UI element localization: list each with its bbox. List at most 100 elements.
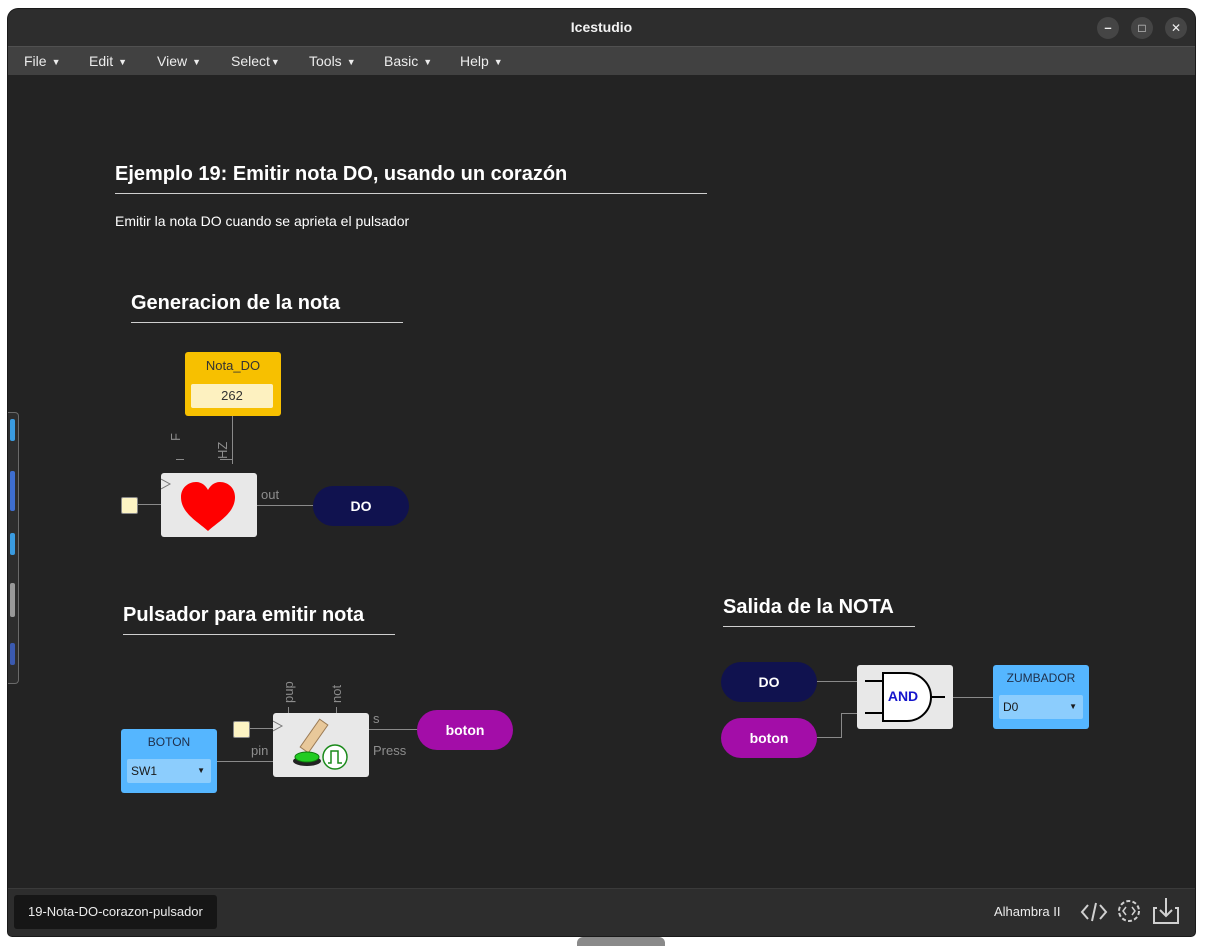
download-icon[interactable] (1152, 896, 1180, 931)
output-pin-value: D0 (1003, 700, 1019, 714)
maximize-button[interactable]: □ (1131, 17, 1153, 39)
menu-view-label: View (157, 53, 188, 69)
label-boton[interactable]: boton (417, 710, 513, 750)
port-label-pup: pup (281, 681, 296, 703)
port-label-s: s (373, 711, 380, 726)
menu-select[interactable]: Select▼ (231, 47, 280, 75)
page-title: Ejemplo 19: Emitir nota DO, usando un co… (115, 163, 568, 185)
wire (817, 681, 857, 682)
code-icon[interactable] (1080, 899, 1108, 930)
wire (817, 737, 841, 738)
menu-basic-label: Basic (384, 53, 419, 69)
output-label-do[interactable]: DO (721, 662, 817, 702)
minimize-button[interactable]: – (1097, 17, 1119, 39)
chevron-down-icon: ▼ (118, 57, 128, 67)
close-icon: ✕ (1170, 21, 1182, 35)
wire (257, 505, 314, 506)
menu-file-label: File (24, 53, 47, 69)
dock-item[interactable] (10, 583, 15, 617)
section-underline (131, 322, 403, 323)
button-input-square[interactable] (233, 721, 250, 738)
minimize-icon: – (1104, 20, 1112, 35)
pushbutton-icon (272, 718, 348, 770)
menu-bar: File ▼ Edit ▼ View ▼ Select▼ Tools ▼ Basic ▼ … (8, 46, 1195, 76)
menu-tools[interactable]: Tools ▼ (309, 47, 356, 75)
dropdown-arrow-icon: ▼ (197, 766, 205, 775)
port-label-pin: pin (251, 743, 269, 758)
input-pin-value: SW1 (131, 764, 158, 778)
menu-basic[interactable]: Basic ▼ (384, 47, 432, 75)
port-label-f: F (168, 433, 183, 441)
bottom-handle[interactable] (577, 937, 665, 946)
wire (369, 729, 418, 730)
output-label-boton[interactable]: boton (721, 718, 817, 758)
dock-item[interactable] (10, 533, 15, 555)
title-bar: Icestudio – □ ✕ (8, 9, 1195, 46)
menu-select-label: Select (231, 53, 270, 69)
menu-view[interactable]: View ▼ (157, 47, 201, 75)
window-title: Icestudio (570, 19, 633, 35)
wire (953, 697, 993, 698)
title-underline (115, 193, 707, 194)
port-label-hz: HZ (215, 441, 230, 459)
side-dock[interactable] (8, 412, 19, 684)
wire (137, 504, 161, 505)
file-tab[interactable]: 19-Nota-DO-corazon-pulsador (14, 895, 217, 929)
port-label-not: not (329, 684, 344, 703)
design-canvas[interactable]: Ejemplo 19: Emitir nota DO, usando un co… (8, 75, 1195, 887)
output-pin-block[interactable]: ZUMBADOR D0 ▼ (993, 665, 1089, 729)
dock-item[interactable] (10, 471, 15, 511)
section-underline (723, 626, 915, 627)
section-heading-generation: Generacion de la nota (131, 292, 340, 314)
menu-edit-label: Edit (89, 53, 114, 69)
section-heading-button: Pulsador para emitir nota (123, 604, 365, 626)
wire (217, 761, 273, 762)
chevron-down-icon: ▼ (51, 57, 61, 67)
menu-help-label: Help (460, 53, 489, 69)
constant-name: Nota_DO (205, 358, 261, 373)
wire (232, 416, 233, 464)
wire (220, 459, 232, 460)
description-text: Emitir la nota DO cuando se aprieta el p… (115, 213, 410, 229)
chevron-down-icon: ▼ (493, 57, 503, 67)
wire (249, 728, 273, 729)
status-bar: 19-Nota-DO-corazon-pulsador Alhambra II (8, 888, 1195, 936)
wire (176, 459, 184, 460)
chevron-down-icon: ▼ (270, 57, 280, 67)
wire (841, 713, 842, 738)
input-pin-block[interactable]: BOTON SW1 ▼ (121, 729, 217, 793)
output-pin-select[interactable]: D0 ▼ (999, 695, 1083, 719)
button-block[interactable] (272, 713, 369, 777)
dock-item[interactable] (10, 643, 15, 665)
chevron-down-icon: ▼ (192, 57, 202, 67)
settings-code-icon[interactable] (1115, 897, 1143, 930)
and-gate-block[interactable]: AND (857, 665, 953, 729)
close-button[interactable]: ✕ (1165, 17, 1187, 39)
input-pin-select[interactable]: SW1 ▼ (127, 759, 211, 783)
chevron-down-icon: ▼ (346, 57, 356, 67)
board-name[interactable]: Alhambra II (994, 904, 1060, 919)
heart-icon (160, 478, 235, 531)
input-pin-title: BOTON (147, 735, 191, 749)
constant-block[interactable]: Nota_DO 262 (185, 352, 281, 416)
port-label-press: Press (373, 743, 407, 758)
menu-help[interactable]: Help ▼ (460, 47, 503, 75)
menu-file[interactable]: File ▼ (24, 47, 60, 75)
section-heading-output: Salida de la NOTA (723, 596, 894, 618)
dock-item[interactable] (10, 419, 15, 441)
menu-edit[interactable]: Edit ▼ (89, 47, 127, 75)
section-underline (123, 634, 395, 635)
app-window: Icestudio – □ ✕ File ▼ Edit ▼ View ▼ Select… (8, 9, 1195, 936)
maximize-icon: □ (1138, 21, 1146, 35)
output-pin-title: ZUMBADOR (1006, 671, 1076, 685)
chevron-down-icon: ▼ (423, 57, 433, 67)
port-label-out: out (261, 487, 280, 502)
clock-input-square[interactable] (121, 497, 138, 514)
heart-block[interactable] (160, 473, 257, 537)
constant-value[interactable]: 262 (191, 384, 273, 408)
menu-tools-label: Tools (309, 53, 342, 69)
and-gate-label: AND (887, 688, 919, 704)
wire (841, 713, 857, 714)
label-do[interactable]: DO (313, 486, 409, 526)
dropdown-arrow-icon: ▼ (1069, 702, 1077, 711)
